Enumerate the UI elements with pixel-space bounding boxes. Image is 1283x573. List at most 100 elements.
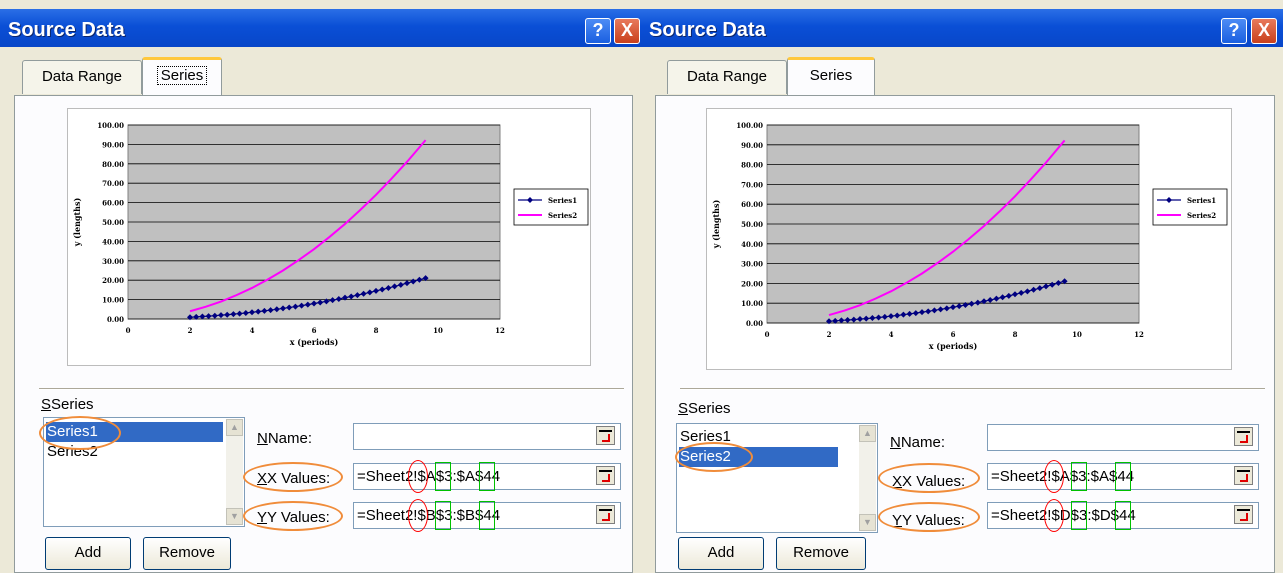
scroll-up-icon[interactable]: ▲ xyxy=(859,425,876,442)
title-bar[interactable]: Source Data ? X xyxy=(641,9,1283,47)
listbox-scrollbar[interactable]: ▲ ▼ xyxy=(859,425,876,531)
close-button[interactable]: X xyxy=(1251,18,1277,44)
chart-preview: 0.00 10.00 20.00 30.00 40.00 50.00 60.00 70.00 8… xyxy=(67,108,591,366)
y-tick-label: 40.00 xyxy=(102,237,124,246)
scroll-down-icon[interactable]: ▼ xyxy=(226,508,243,525)
x-tick-label: 4 xyxy=(889,330,894,339)
annotation-oval xyxy=(243,462,343,492)
y-tick-label: 50.00 xyxy=(102,218,124,227)
annotation-oval xyxy=(39,416,121,450)
y-tick-label: 50.00 xyxy=(741,220,763,229)
legend-series2-label: Series2 xyxy=(548,211,577,220)
collapse-dialog-icon[interactable] xyxy=(596,426,615,445)
x-tick-label: 10 xyxy=(433,326,443,335)
y-tick-label: 30.00 xyxy=(102,257,124,266)
annotation-green-box xyxy=(1071,462,1087,491)
series-group-label: SSeries xyxy=(41,396,94,413)
series-tab-panel: 0.00 10.00 20.00 30.00 40.00 50.00 60.00 70.00 8… xyxy=(655,95,1275,573)
x-tick-label: 10 xyxy=(1072,330,1082,339)
y-tick-label: 30.00 xyxy=(741,260,763,269)
x-tick-label: 2 xyxy=(827,330,832,339)
tab-data-range[interactable]: Data Range xyxy=(667,60,787,94)
remove-button[interactable]: Remove xyxy=(776,537,866,570)
tab-series-label: Series xyxy=(156,66,208,85)
y-tick-label: 70.00 xyxy=(741,180,763,189)
y-tick-label: 10.00 xyxy=(741,299,763,308)
annotation-green-box xyxy=(1115,501,1131,530)
annotation-red-circle xyxy=(1044,499,1064,532)
chart-svg: 0.00 10.00 20.00 30.00 40.00 50.00 60.00 70.00 8… xyxy=(711,121,1228,351)
y-tick-label: 60.00 xyxy=(741,200,763,209)
source-data-dialog-right: Source Data ? X Data Range Series 0.00 10… xyxy=(641,0,1283,573)
x-tick-label: 8 xyxy=(374,326,379,335)
annotation-oval xyxy=(243,501,343,531)
y-tick-label: 90.00 xyxy=(741,141,763,150)
add-button[interactable]: Add xyxy=(45,537,131,570)
x-tick-label: 8 xyxy=(1013,330,1018,339)
remove-button[interactable]: Remove xyxy=(143,537,231,570)
x-tick-label: 6 xyxy=(951,330,956,339)
name-field[interactable] xyxy=(987,424,1259,451)
dialog-title: Source Data xyxy=(8,19,125,41)
y-tick-label: 90.00 xyxy=(102,140,124,149)
y-tick-label: 80.00 xyxy=(741,161,763,170)
series-listbox[interactable]: Series1 Series2 ▲ ▼ xyxy=(676,423,878,533)
x-tick-label: 0 xyxy=(126,326,131,335)
x-tick-label: 12 xyxy=(1134,330,1144,339)
annotation-oval xyxy=(878,463,980,493)
y-tick-label: 40.00 xyxy=(741,240,763,249)
help-button[interactable]: ? xyxy=(1221,18,1247,44)
y-tick-label: 20.00 xyxy=(741,279,763,288)
annotation-green-box xyxy=(435,501,451,530)
y-tick-label: 100.00 xyxy=(736,121,763,130)
annotation-red-circle xyxy=(1044,460,1064,493)
collapse-dialog-icon[interactable] xyxy=(596,466,615,485)
legend-series1-label: Series1 xyxy=(548,196,577,205)
x-tick-label: 12 xyxy=(495,326,505,335)
annotation-oval xyxy=(878,502,980,532)
x-tick-label: 4 xyxy=(250,326,255,335)
collapse-dialog-icon[interactable] xyxy=(1234,427,1253,446)
title-bar[interactable]: Source Data ? X xyxy=(0,9,641,47)
close-button[interactable]: X xyxy=(614,18,640,44)
annotation-green-box xyxy=(479,501,495,530)
scroll-up-icon[interactable]: ▲ xyxy=(226,419,243,436)
x-tick-label: 2 xyxy=(188,326,193,335)
y-tick-label: 80.00 xyxy=(102,160,124,169)
scroll-down-icon[interactable]: ▼ xyxy=(859,514,876,531)
x-tick-label: 6 xyxy=(312,326,317,335)
source-data-dialog-left: Source Data ? X Data Range Series 0.00 10… xyxy=(0,0,641,573)
x-tick-label: 0 xyxy=(765,330,770,339)
tab-series[interactable]: Series xyxy=(142,57,222,95)
chart-svg: 0.00 10.00 20.00 30.00 40.00 50.00 60.00 70.00 8… xyxy=(72,121,589,347)
series-tab-panel: 0.00 10.00 20.00 30.00 40.00 50.00 60.00 70.00 8… xyxy=(14,95,633,573)
add-button[interactable]: Add xyxy=(678,537,764,570)
name-label: NName: xyxy=(257,430,313,447)
annotation-green-box xyxy=(1115,462,1131,491)
y-tick-label: 100.00 xyxy=(97,121,124,130)
chart-preview: 0.00 10.00 20.00 30.00 40.00 50.00 60.00 70.00 8… xyxy=(706,108,1232,370)
y-tick-label: 20.00 xyxy=(102,276,124,285)
help-button[interactable]: ? xyxy=(585,18,611,44)
y-tick-label: 60.00 xyxy=(102,199,124,208)
y-axis-label: y (lengths) xyxy=(711,200,721,250)
tab-data-range[interactable]: Data Range xyxy=(22,60,142,94)
collapse-dialog-icon[interactable] xyxy=(1234,466,1253,485)
series-group-line xyxy=(680,388,1265,390)
name-label: NName: xyxy=(890,434,946,451)
name-field[interactable] xyxy=(353,423,621,450)
x-axis-label: x (periods) xyxy=(290,337,339,347)
listbox-scrollbar[interactable]: ▲ ▼ xyxy=(226,419,243,525)
collapse-dialog-icon[interactable] xyxy=(1234,505,1253,524)
tab-series[interactable]: Series xyxy=(787,57,875,95)
series-group-line xyxy=(39,388,624,390)
y-tick-label: 0.00 xyxy=(746,319,763,328)
legend-series2-label: Series2 xyxy=(1187,211,1216,220)
y-tick-label: 10.00 xyxy=(102,296,124,305)
dialog-title: Source Data xyxy=(649,19,766,41)
annotation-green-box xyxy=(479,462,495,491)
series-group-label: SSeries xyxy=(678,400,731,417)
y-tick-label: 0.00 xyxy=(107,315,124,324)
collapse-dialog-icon[interactable] xyxy=(596,505,615,524)
annotation-red-circle xyxy=(408,499,428,532)
